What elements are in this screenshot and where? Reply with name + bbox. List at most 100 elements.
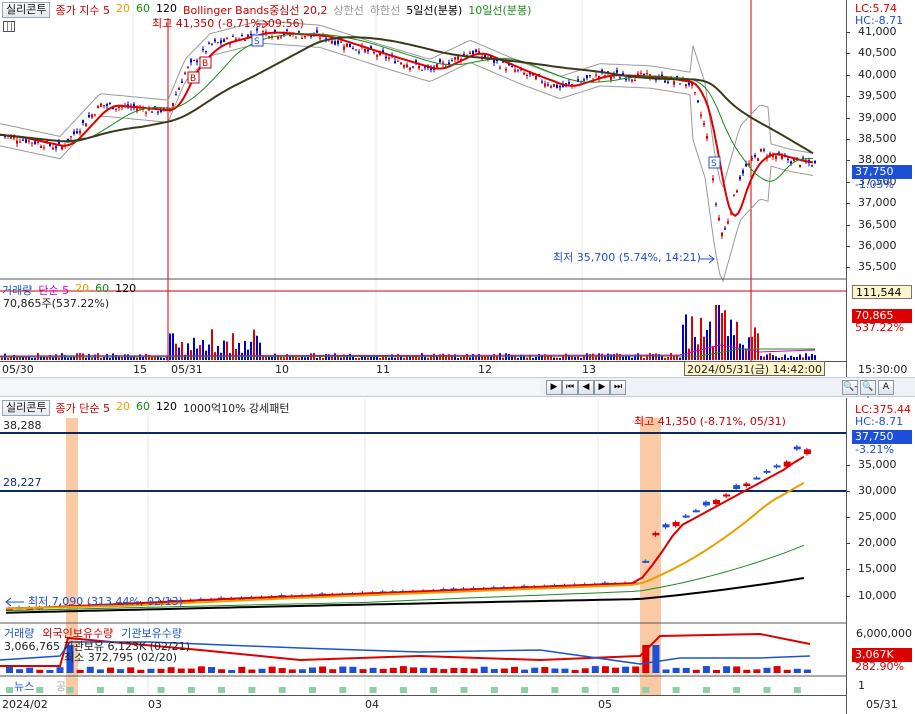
legend-item[interactable]: 120 (156, 2, 177, 18)
legend-item[interactable]: 120 (115, 282, 136, 298)
daily-low-annotation: 최저 7,090 (313.44%, 02/13) (28, 595, 183, 608)
daily-chart-panel[interactable]: 최고 41,350 (-8.71%, 05/31) 최저 7,090 (313.4… (0, 398, 915, 714)
volume-bar (775, 356, 777, 360)
scroll-control-button[interactable]: ⏮ (562, 380, 578, 395)
candle-body (22, 139, 24, 141)
scroll-control-button[interactable]: ⏭ (610, 380, 626, 395)
legend-item[interactable]: 60 (136, 400, 150, 416)
scroll-control-button[interactable]: ◀ (578, 380, 594, 395)
candle-body (115, 108, 117, 110)
volume-bar (502, 357, 504, 360)
scroll-control-button[interactable]: 🔍+ (860, 380, 876, 405)
legend-item[interactable]: 상한선 (333, 2, 363, 18)
daily-candle (702, 501, 710, 506)
intraday-chart-panel[interactable]: B B S S 최고 41,350 (-8.71%, 09:56) 최저 35,700 (… (0, 0, 915, 377)
scroll-control-button[interactable]: ▶ (546, 380, 562, 395)
daily-symbol-button[interactable]: 실리콘투 (2, 400, 51, 416)
candle-body (409, 67, 411, 70)
daily-candle (672, 521, 680, 527)
candle-body (376, 55, 378, 57)
volume-bar (580, 357, 582, 360)
holdings-bar (278, 668, 286, 673)
legend-item[interactable]: 10일선(분봉) (468, 2, 531, 18)
legend-item[interactable]: 20 (116, 400, 130, 416)
holdings-bar (601, 666, 609, 673)
holdings-bar (369, 667, 377, 673)
candle-body (646, 72, 648, 74)
holdings-bar (460, 668, 468, 673)
volume-bar (490, 356, 492, 360)
news-marker (218, 687, 226, 693)
symbol-button[interactable]: 실리콘투 (2, 2, 51, 18)
scroll-control-button[interactable]: A (878, 380, 894, 395)
scroll-track[interactable] (0, 380, 540, 395)
holdings-bar (713, 669, 720, 673)
candle-body (193, 59, 195, 61)
candle-body (109, 102, 111, 104)
volume-bar (190, 350, 192, 360)
legend-item[interactable]: 120 (156, 400, 177, 416)
holdings-pct-label: 282.90% (855, 660, 904, 673)
daily-candle (682, 515, 690, 518)
holdings-bar (612, 667, 619, 673)
legend-item[interactable]: 5일선(분봉) (406, 2, 462, 18)
legend-item[interactable]: 1000억10% 강세패턴 (183, 400, 290, 416)
volume-bar (283, 357, 285, 360)
candle-body (583, 79, 585, 81)
volume-bar (769, 353, 771, 360)
volume-bar (289, 356, 291, 360)
scroll-control-button[interactable]: ▶ (594, 380, 610, 395)
volume-bar (67, 357, 69, 360)
candle-body (118, 106, 120, 108)
date-label: 05 (598, 698, 612, 711)
holdings-bar (127, 667, 135, 673)
y-tick-mark (846, 74, 850, 76)
legend-item[interactable]: 종가 지수 5 (55, 2, 109, 18)
daily-price-plot[interactable]: 최고 41,350 (-8.71%, 05/31) 최저 7,090 (313.4… (0, 398, 846, 714)
news-marker (793, 687, 801, 693)
scroll-control-button[interactable]: 🔍- (842, 380, 858, 395)
volume-bar (370, 356, 372, 360)
chart-scrollbar[interactable]: ▶⏮◀▶⏭🔍-🔍+A (0, 377, 915, 405)
y-tick-mark (846, 267, 850, 269)
candle-body (337, 40, 339, 44)
holdings-bar (379, 668, 387, 673)
holdings-bar (157, 668, 165, 673)
news-marker (642, 687, 650, 693)
volume-bar (715, 305, 717, 360)
candle-body (703, 123, 705, 125)
holdings-bar (702, 666, 710, 673)
holdings-bar (137, 669, 145, 673)
candle-body (421, 69, 423, 71)
volume-bar (784, 354, 786, 360)
volume-bar (460, 357, 462, 360)
legend-item[interactable]: 60 (136, 2, 150, 18)
low-annotation: 최저 35,700 (5.74%, 14:21) (553, 251, 701, 264)
volume-bar (811, 353, 813, 360)
volume-value-label: 70,865주(537.22%) (3, 297, 110, 310)
news-marker (6, 687, 13, 693)
candle-body (157, 111, 159, 113)
intraday-price-plot[interactable]: BB S S 최고 41,350 (-8.71%, 09:56) 최저 35,700 (… (0, 0, 846, 377)
volume-bar (739, 343, 741, 360)
candle-body (436, 63, 438, 68)
candle-body (535, 76, 537, 80)
volume-bar (418, 357, 420, 360)
holdings-bar (430, 667, 438, 673)
legend-item[interactable]: 20 (116, 2, 130, 18)
holdings-bar (622, 666, 630, 673)
candle-body (79, 130, 81, 134)
y-tick-label: 15,000 (858, 562, 897, 576)
legend-item[interactable]: 종가 단순 5 (55, 400, 109, 416)
legend-item[interactable]: Bollinger Bands중심선 20,2 (183, 2, 328, 18)
candle-body (418, 65, 420, 69)
grid-toggle-icon[interactable] (3, 21, 15, 32)
candle-body (52, 147, 54, 150)
volume-bar (424, 357, 426, 360)
news-marker (66, 687, 74, 693)
legend-item[interactable]: 하한선 (370, 2, 400, 18)
volume-line-tag: 111,544 (852, 285, 912, 299)
candle-body (349, 43, 351, 48)
candle-body (667, 81, 669, 83)
candle-body (454, 57, 456, 60)
